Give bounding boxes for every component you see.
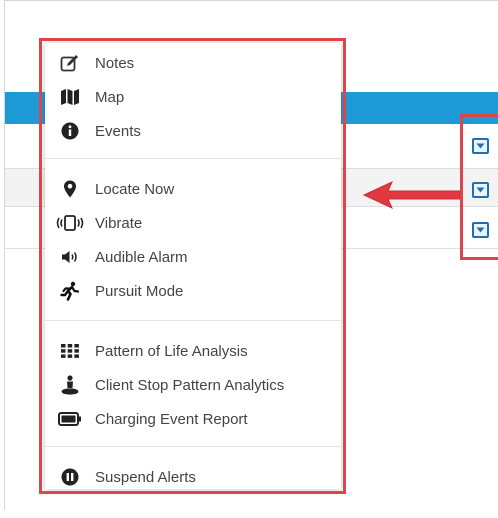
callout-arrow-icon: [362, 180, 461, 210]
frame-top-border: [4, 0, 498, 1]
row-actions-dropdown-button[interactable]: [472, 182, 489, 198]
frame-left-border: [4, 0, 5, 510]
caret-down-icon: [476, 227, 485, 233]
caret-down-icon: [476, 187, 485, 193]
row-actions-dropdown-button[interactable]: [472, 138, 489, 154]
menu-highlight-box: [39, 38, 346, 494]
caret-down-icon: [476, 143, 485, 149]
row-actions-dropdown-button[interactable]: [472, 222, 489, 238]
